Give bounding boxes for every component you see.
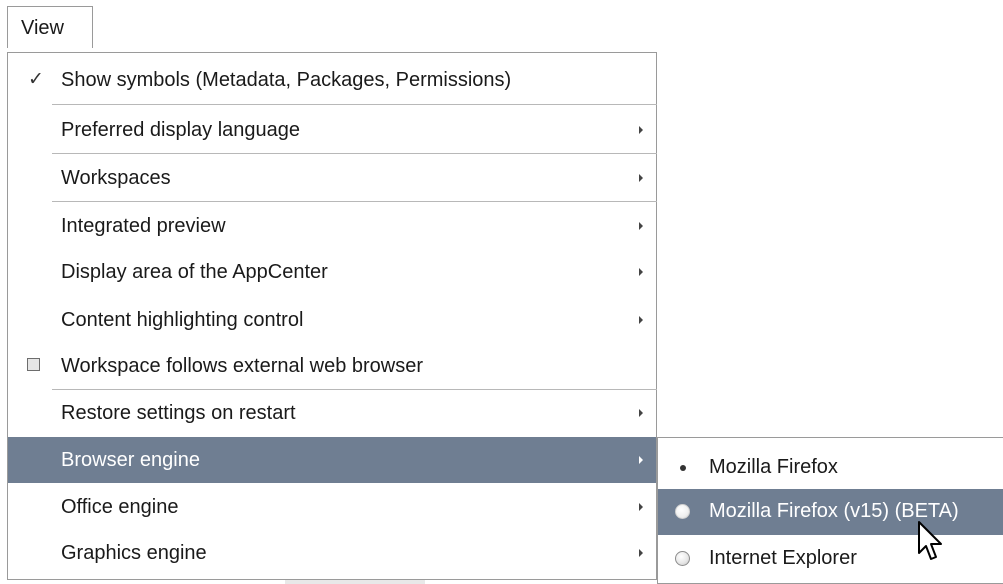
menu-item-show-symbols[interactable]: ✓ Show symbols (Metadata, Packages, Perm… (8, 57, 656, 103)
menu-item-workspaces[interactable]: Workspaces (8, 155, 656, 201)
radio-icon (675, 551, 690, 566)
menu-item-restore-settings[interactable]: Restore settings on restart (8, 390, 656, 436)
submenu-arrow-icon (639, 174, 643, 182)
submenu-arrow-icon (639, 222, 643, 230)
menu-item-label: Content highlighting control (61, 309, 304, 331)
submenu-arrow-icon (639, 268, 643, 276)
menu-item-label: Workspace follows external web browser (61, 355, 424, 377)
menu-item-content-highlighting-control[interactable]: Content highlighting control (8, 297, 656, 343)
menu-item-browser-engine[interactable]: Browser engine (8, 437, 656, 483)
submenu-arrow-icon (639, 316, 643, 324)
submenu-arrow-icon (639, 456, 643, 464)
menu-item-label: Display area of the AppCenter (61, 261, 328, 283)
browser-engine-submenu: Mozilla Firefox Mozilla Firefox (v15) (B… (657, 437, 1003, 584)
background-fragment (285, 580, 425, 584)
selected-bullet-icon (680, 465, 686, 471)
submenu-item-mozilla-firefox[interactable]: Mozilla Firefox (658, 445, 1003, 491)
radio-icon (675, 504, 690, 519)
menu-item-office-engine[interactable]: Office engine (8, 484, 656, 530)
menu-item-label: Integrated preview (61, 215, 226, 237)
submenu-arrow-icon (639, 503, 643, 511)
menu-item-preferred-display-language[interactable]: Preferred display language (8, 107, 656, 153)
menu-item-label: Show symbols (Metadata, Packages, Permis… (61, 69, 512, 91)
submenu-arrow-icon (639, 549, 643, 557)
submenu-item-label: Internet Explorer (709, 547, 857, 569)
menu-item-label: Workspaces (61, 167, 171, 189)
view-menu-label: View (21, 17, 64, 39)
menu-separator (52, 201, 657, 202)
menu-item-label: Office engine (61, 496, 179, 518)
submenu-item-internet-explorer[interactable]: Internet Explorer (658, 536, 1003, 582)
view-menu-button[interactable]: View (7, 6, 93, 48)
checkbox-unchecked-icon[interactable] (27, 358, 40, 371)
submenu-item-label: Mozilla Firefox (709, 456, 838, 478)
menu-item-graphics-engine[interactable]: Graphics engine (8, 530, 656, 576)
menu-item-label: Browser engine (61, 449, 200, 471)
submenu-arrow-icon (639, 409, 643, 417)
view-dropdown-menu: ✓ Show symbols (Metadata, Packages, Perm… (7, 52, 657, 580)
submenu-arrow-icon (639, 126, 643, 134)
checkmark-icon: ✓ (28, 69, 44, 90)
menu-item-workspace-follows-browser[interactable]: Workspace follows external web browser (8, 343, 656, 389)
menu-item-integrated-preview[interactable]: Integrated preview (8, 203, 656, 249)
menu-item-label: Graphics engine (61, 542, 207, 564)
menu-item-label: Restore settings on restart (61, 402, 296, 424)
menu-separator (52, 104, 657, 105)
menu-item-display-area-appcenter[interactable]: Display area of the AppCenter (8, 249, 656, 295)
submenu-item-mozilla-firefox-v15-beta[interactable]: Mozilla Firefox (v15) (BETA) (658, 489, 1003, 535)
menu-separator (52, 153, 657, 154)
mouse-pointer-icon (918, 521, 942, 560)
menu-item-label: Preferred display language (61, 119, 301, 141)
